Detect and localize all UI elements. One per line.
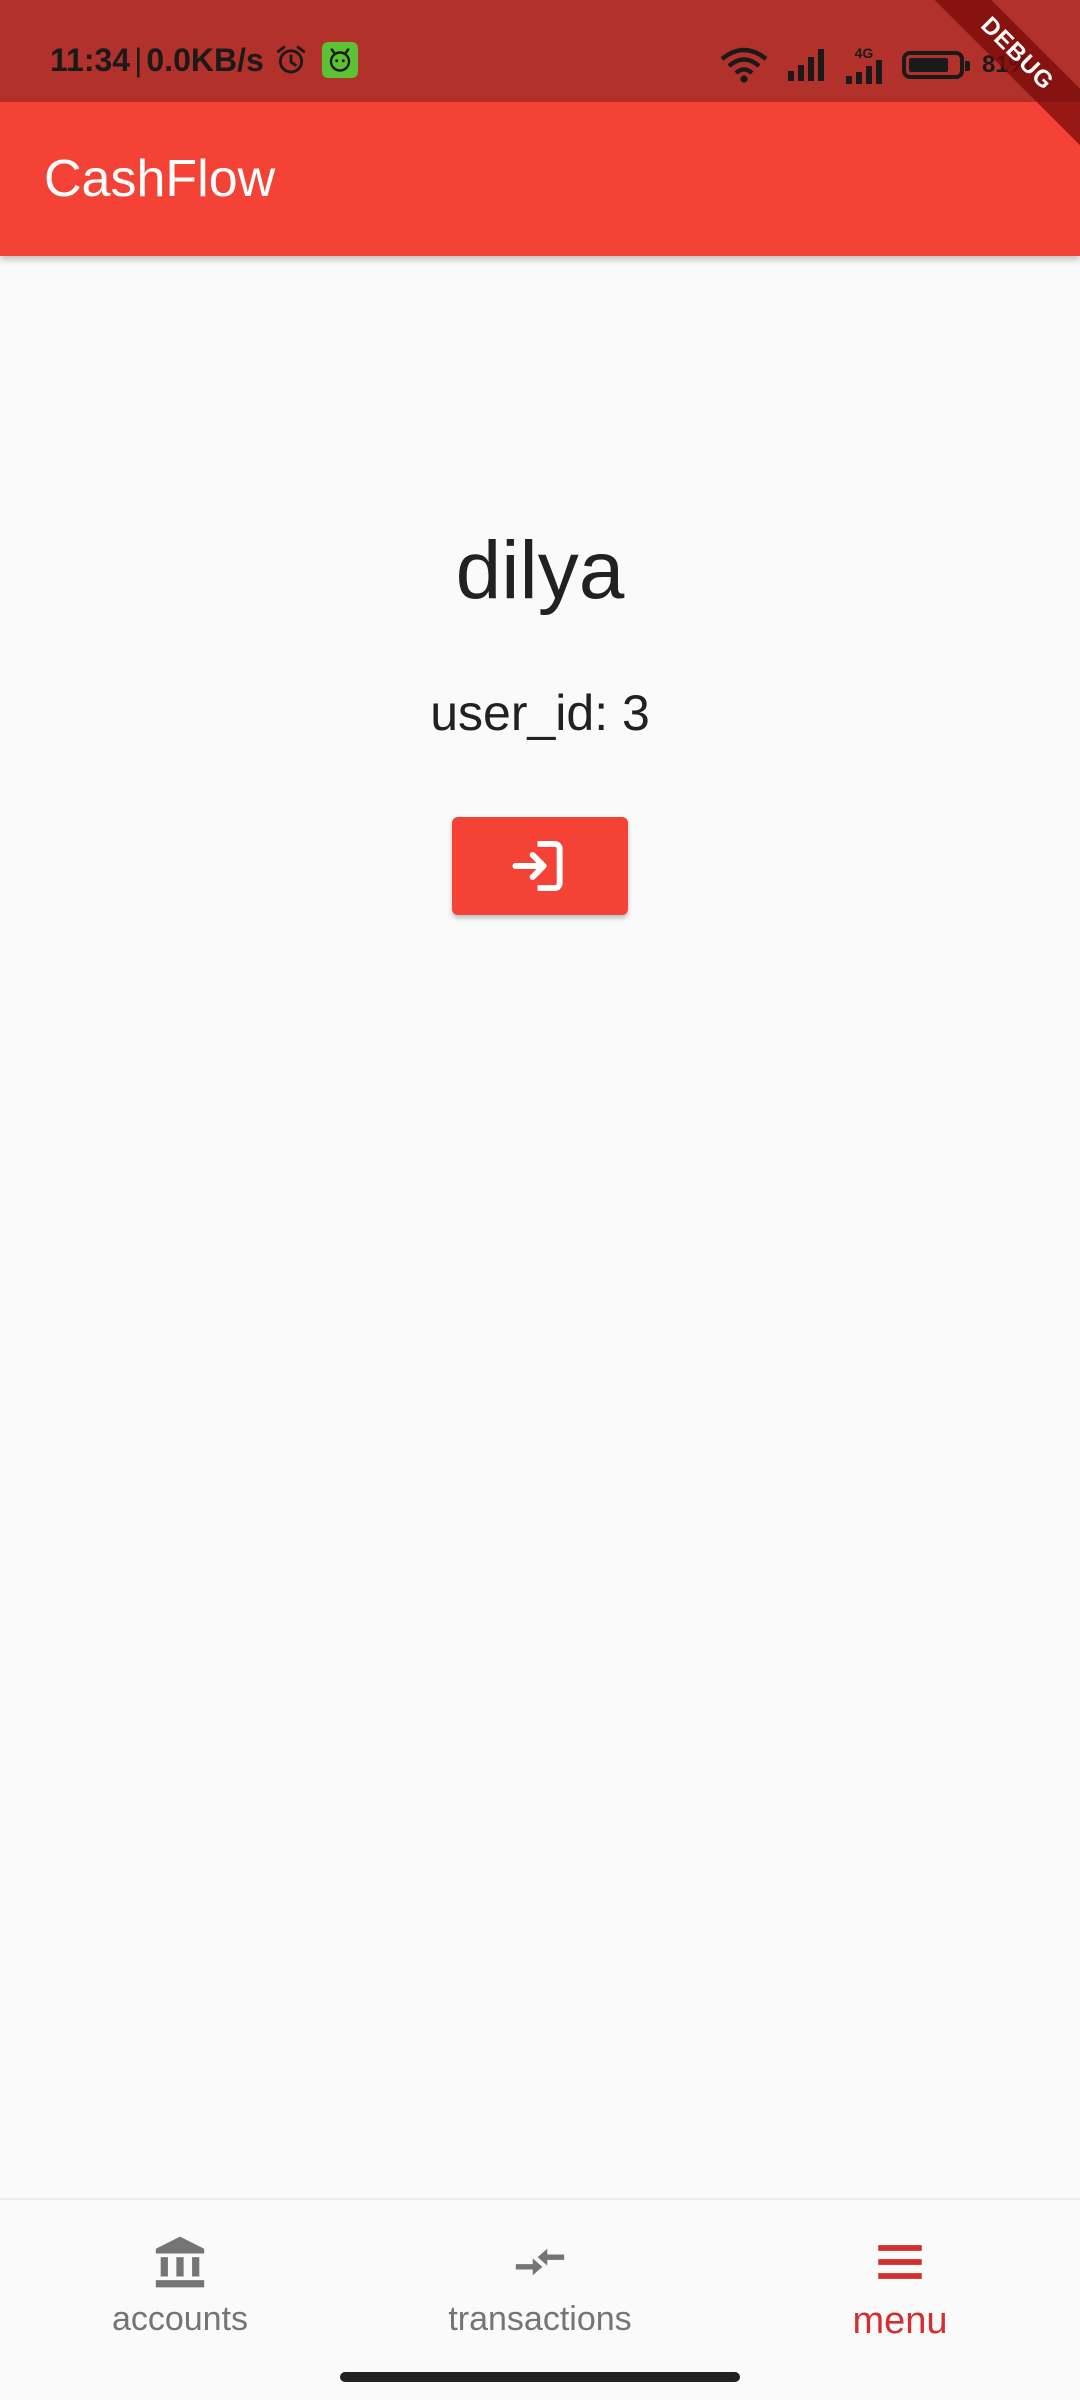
bank-icon: [148, 2230, 212, 2294]
network-type-label: 4G: [854, 45, 874, 61]
battery-fill: [908, 58, 948, 72]
nav-label-accounts: accounts: [111, 2300, 249, 2338]
logout-button[interactable]: [452, 817, 628, 915]
app-bar: CashFlow: [0, 102, 1080, 256]
bottom-navigation: accounts transactions menu: [0, 2198, 1080, 2358]
status-right: 4G 81%: [720, 46, 1030, 84]
alarm-icon: [276, 45, 305, 74]
nav-item-accounts[interactable]: accounts: [0, 2200, 360, 2358]
signal-icon-secondary: [845, 60, 882, 84]
battery-percent: 81%: [981, 51, 1030, 78]
status-time: 11:34: [50, 42, 131, 78]
network-type: 4G: [844, 46, 884, 84]
menu-icon: [868, 2230, 932, 2294]
app-title: CashFlow: [44, 150, 276, 208]
status-left: 11:34 | 0.0KB/s: [50, 42, 358, 78]
username: dilya: [455, 525, 625, 616]
status-separator: |: [134, 42, 143, 78]
app-notification-icon: [321, 42, 358, 78]
nav-item-menu[interactable]: menu: [720, 2200, 1080, 2358]
logout-icon: [512, 840, 563, 892]
user-id: user_id: 3: [430, 685, 650, 741]
nav-label-menu: menu: [852, 2300, 948, 2342]
status-bar: 11:34 | 0.0KB/s 4G 81%: [0, 0, 1080, 102]
nav-label-transactions: transactions: [448, 2300, 632, 2338]
wifi-icon: [720, 47, 768, 83]
battery-icon: [901, 51, 970, 79]
nav-item-transactions[interactable]: transactions: [360, 2200, 720, 2358]
signal-icon: [787, 49, 824, 81]
network-speed: 0.0KB/s: [146, 42, 264, 78]
compare-arrows-icon: [508, 2230, 572, 2294]
gesture-bar[interactable]: [340, 2372, 740, 2382]
